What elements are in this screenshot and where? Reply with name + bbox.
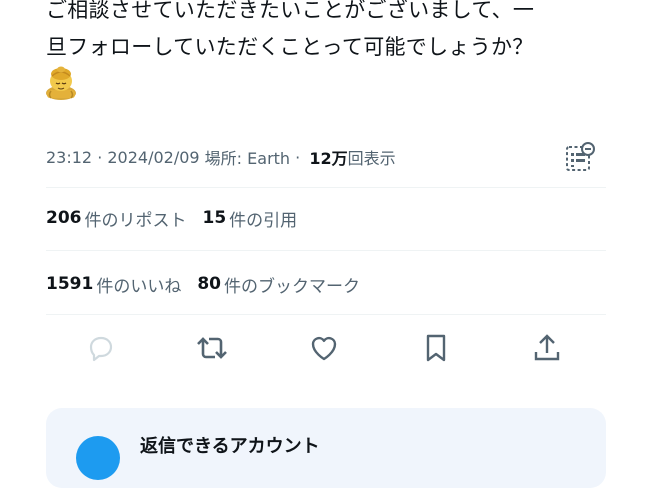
meta-separator: ·	[290, 147, 306, 167]
quotes-stat[interactable]: 15 件の引用	[203, 206, 298, 231]
person-bowing-emoji	[46, 66, 76, 100]
tweet-date[interactable]: 2024/02/09	[107, 148, 199, 167]
tweet-location: 場所: Earth	[199, 149, 291, 168]
divider	[46, 314, 606, 315]
divider	[46, 187, 606, 188]
tweet-meta: 23:12 · 2024/02/09 場所: Earth · 12万 回表示	[46, 145, 396, 169]
tweet-text-line: ご相談させていただきたいことがございまして、一	[46, 0, 535, 22]
quotes-label: 件の引用	[229, 210, 298, 231]
likes-stat[interactable]: 1591 件のいいね	[46, 272, 181, 297]
share-icon	[534, 334, 560, 361]
reply-restriction-card[interactable]: 返信できるアカウント	[46, 408, 606, 488]
reposts-label: 件のリポスト	[84, 210, 187, 231]
retweet-icon	[197, 337, 227, 359]
analytics-icon[interactable]	[565, 142, 595, 172]
like-button[interactable]	[304, 328, 344, 368]
bookmarks-label: 件のブックマーク	[224, 276, 360, 297]
reply-icon	[89, 336, 113, 362]
action-bar	[46, 328, 606, 368]
divider	[46, 250, 606, 251]
bookmarks-count: 80	[197, 274, 221, 294]
likes-label: 件のいいね	[96, 276, 182, 297]
retweet-button[interactable]	[192, 328, 232, 368]
like-icon	[311, 336, 337, 361]
reply-button[interactable]	[81, 328, 121, 368]
stats-row-reposts: 206 件のリポスト 15 件の引用	[46, 205, 313, 231]
quotes-count: 15	[202, 208, 227, 228]
reposts-stat[interactable]: 206 件のリポスト	[46, 206, 187, 231]
tweet-time[interactable]: 23:12	[46, 148, 92, 167]
views-count: 12万	[309, 149, 348, 168]
tweet-text: ご相談させていただきたいことがございまして、一 旦フォローしていただくことって可…	[46, 0, 616, 66]
reposts-count: 206	[46, 208, 82, 228]
bookmark-icon	[426, 334, 446, 362]
bookmarks-stat[interactable]: 80 件のブックマーク	[197, 272, 360, 297]
tweet-text-line: 旦フォローしていただくことって可能でしょうか？	[46, 35, 534, 59]
share-button[interactable]	[527, 328, 567, 368]
views-label: 回表示	[347, 149, 396, 168]
stats-row-likes: 1591 件のいいね 80 件のブックマーク	[46, 271, 376, 297]
avatar	[76, 436, 120, 480]
bookmark-button[interactable]	[416, 328, 456, 368]
reply-restriction-title: 返信できるアカウント	[140, 436, 320, 457]
likes-count: 1591	[46, 274, 94, 294]
meta-separator: ·	[92, 147, 108, 167]
